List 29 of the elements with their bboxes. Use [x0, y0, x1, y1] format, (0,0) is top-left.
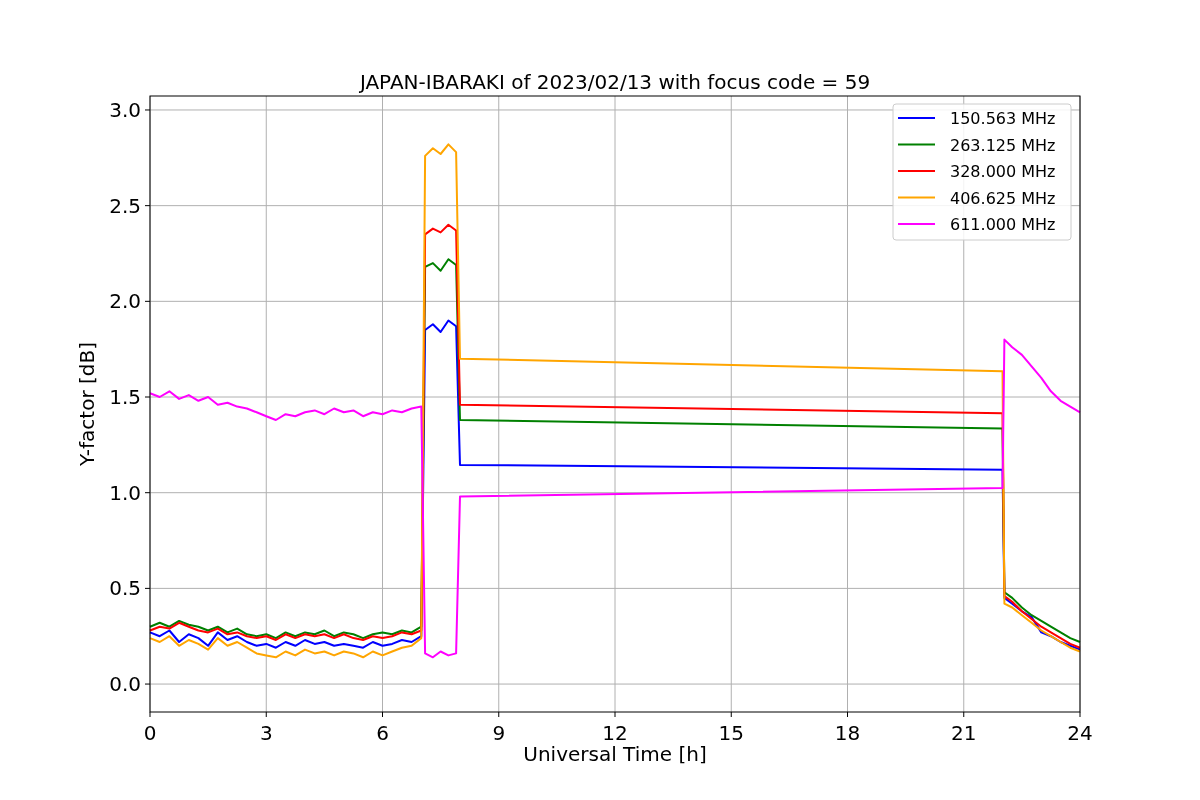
y-tick-label: 1.0: [109, 480, 141, 505]
x-tick-label: 3: [259, 721, 273, 745]
y-tick-label: 0.5: [109, 576, 141, 601]
legend-line-swatch: [897, 223, 936, 225]
legend-label: 150.563 MHz: [950, 109, 1056, 128]
legend-label: 611.000 MHz: [950, 215, 1056, 234]
legend-line-swatch: [897, 117, 936, 119]
legend-line-swatch: [897, 196, 936, 199]
x-tick-label: 21: [951, 721, 977, 745]
x-tick-label: 6: [376, 721, 389, 745]
y-tick-label: 3.0: [109, 97, 141, 122]
legend-label: 406.625 MHz: [950, 188, 1056, 208]
legend-label: 263.125 MHz: [950, 135, 1056, 155]
y-tick-label: 2.0: [109, 289, 141, 314]
legend-line-swatch: [897, 170, 936, 172]
x-tick-label: 15: [718, 721, 744, 745]
x-tick-label: 18: [834, 721, 861, 745]
chart-title: JAPAN-IBARAKI of 2023/02/13 with focus code = 59: [359, 69, 871, 96]
x-tick-label: 9: [492, 721, 506, 745]
x-tick-label: 24: [1067, 721, 1093, 745]
y-axis-label: Y-factor [dB]: [74, 342, 101, 466]
legend-label: 328.000 MHz: [950, 162, 1056, 181]
x-axis-label: Universal Time [h]: [523, 742, 707, 766]
x-tick-label: 0: [143, 721, 157, 745]
legend-line-swatch: [897, 143, 936, 146]
y-tick-label: 0.0: [109, 672, 141, 697]
y-tick-label: 2.5: [109, 193, 141, 218]
x-tick-label: 12: [602, 721, 628, 745]
y-tick-label: 1.5: [109, 385, 141, 409]
